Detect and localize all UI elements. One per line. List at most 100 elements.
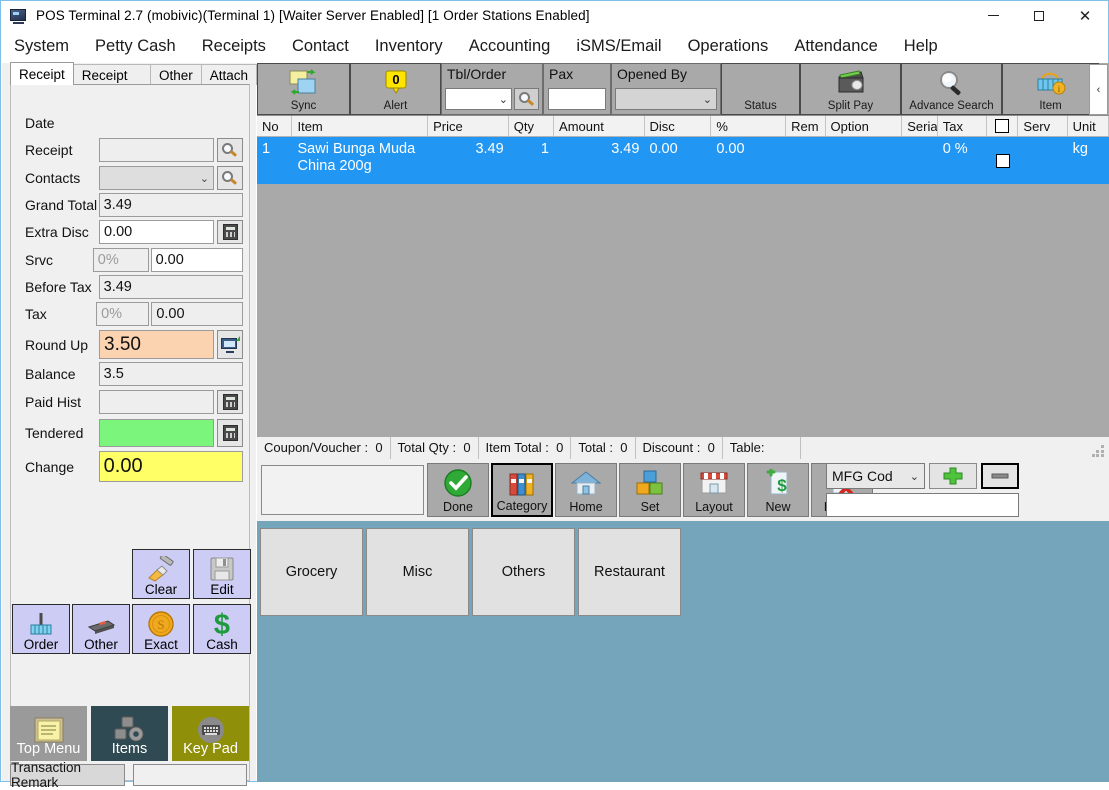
menu-item-isms-email[interactable]: iSMS/Email: [563, 30, 674, 63]
column-header-tax[interactable]: Tax: [938, 116, 987, 136]
order-button[interactable]: Order: [12, 604, 70, 654]
column-header-price[interactable]: Price: [428, 116, 509, 136]
column-header-disc[interactable]: Disc: [645, 116, 712, 136]
magnifier-icon: [902, 67, 1001, 99]
plus-icon: [943, 467, 963, 485]
category-button-restaurant[interactable]: Restaurant: [578, 528, 681, 616]
top-menu-button[interactable]: Top Menu: [10, 706, 87, 761]
receipt-input[interactable]: [99, 138, 214, 162]
cash-button[interactable]: $ Cash: [193, 604, 251, 654]
tab-receipt-info[interactable]: Receipt Info: [72, 64, 151, 104]
column-header-no[interactable]: No: [257, 116, 293, 136]
layout-button[interactable]: Layout: [683, 463, 745, 517]
menu-item-contact[interactable]: Contact: [279, 30, 362, 63]
tbl-order-search-button[interactable]: [514, 88, 539, 110]
key-pad-button[interactable]: Key Pad: [172, 706, 249, 761]
column-header-serial[interactable]: Seria: [902, 116, 938, 136]
column-header-serv[interactable]: Serv: [1018, 116, 1068, 136]
tbl-order-combo[interactable]: ⌄: [445, 88, 512, 110]
column-header-checkbox[interactable]: [987, 116, 1019, 136]
status-coupon-voucher-label: Coupon/Voucher :: [264, 440, 369, 455]
round-up-value[interactable]: 3.50: [99, 330, 214, 359]
minimize-button[interactable]: [970, 1, 1016, 30]
menu-item-accounting[interactable]: Accounting: [456, 30, 564, 63]
exact-button[interactable]: S Exact: [132, 604, 190, 654]
status-table: Table:: [723, 437, 801, 459]
set-button[interactable]: Set: [619, 463, 681, 517]
maximize-button[interactable]: [1016, 1, 1062, 30]
column-header-option[interactable]: Option: [826, 116, 903, 136]
resize-grip-icon[interactable]: [1092, 445, 1106, 457]
menu-item-system[interactable]: System: [1, 30, 82, 63]
column-header-pct[interactable]: %: [711, 116, 787, 136]
tab-receipt[interactable]: Receipt: [10, 62, 74, 85]
transaction-remark-input[interactable]: [133, 764, 247, 786]
top-toolbar: Sync 0 Alert Tbl/Order ⌄ Pax Opened By ⌄…: [257, 63, 1109, 115]
alert-button[interactable]: 0 Alert: [350, 63, 441, 115]
toolbar-scroll-left-button[interactable]: ‹: [1089, 64, 1108, 115]
contacts-combo[interactable]: ⌄: [99, 166, 214, 190]
category-button-others[interactable]: Others: [472, 528, 575, 616]
other-button[interactable]: Other: [72, 604, 130, 654]
mfg-search-input[interactable]: [826, 493, 1019, 517]
tendered-calculator-button[interactable]: [217, 419, 243, 447]
edit-button[interactable]: Edit: [193, 549, 251, 599]
category-button[interactable]: Category: [491, 463, 553, 517]
svg-text:0: 0: [392, 72, 399, 87]
sync-icon: [258, 67, 349, 99]
clear-button[interactable]: Clear: [132, 549, 190, 599]
sync-button[interactable]: Sync: [257, 63, 350, 115]
column-header-unit[interactable]: Unit: [1068, 116, 1109, 136]
tbl-order-caption: Tbl/Order: [447, 66, 507, 82]
remove-button[interactable]: [981, 463, 1019, 489]
column-header-amount[interactable]: Amount: [554, 116, 645, 136]
mfg-code-dropdown[interactable]: MFG Cod ⌄: [826, 463, 925, 489]
menu-item-attendance[interactable]: Attendance: [781, 30, 890, 63]
add-button[interactable]: [929, 463, 977, 489]
menu-item-petty-cash[interactable]: Petty Cash: [82, 30, 189, 63]
menu-item-inventory[interactable]: Inventory: [362, 30, 456, 63]
checkbox-icon[interactable]: [995, 153, 1010, 168]
transaction-remark-button[interactable]: Transaction Remark: [10, 760, 125, 790]
round-up-display-button[interactable]: [217, 330, 243, 359]
tab-attach[interactable]: Attach: [200, 64, 257, 85]
advance-search-button[interactable]: Advance Search: [901, 63, 1002, 115]
items-gear-icon: [91, 711, 168, 749]
extra-disc-calculator-button[interactable]: [217, 220, 243, 244]
paid-hist-calculator-button[interactable]: [217, 390, 243, 414]
status-button[interactable]: Status: [721, 63, 800, 115]
category-button-grocery[interactable]: Grocery: [260, 528, 363, 616]
menu-item-receipts[interactable]: Receipts: [189, 30, 279, 63]
extra-disc-input[interactable]: 0.00: [99, 220, 214, 244]
tendered-input[interactable]: [99, 419, 214, 447]
srvc-amount[interactable]: 0.00: [150, 248, 244, 272]
svg-text:$: $: [214, 609, 230, 639]
column-header-rem[interactable]: Rem: [786, 116, 826, 136]
menu-item-operations[interactable]: Operations: [675, 30, 782, 63]
menu-item-help[interactable]: Help: [891, 30, 951, 63]
receipt-search-button[interactable]: [217, 138, 243, 162]
split-pay-button[interactable]: Split Pay: [800, 63, 901, 115]
tax-amount[interactable]: 0.00: [151, 302, 243, 326]
new-button[interactable]: $ New: [747, 463, 809, 517]
paid-hist-input[interactable]: [99, 390, 214, 414]
pax-input[interactable]: [548, 88, 606, 110]
column-header-qty[interactable]: Qty: [509, 116, 555, 136]
home-button[interactable]: Home: [555, 463, 617, 517]
chevron-down-icon: ⌄: [702, 93, 712, 106]
column-header-item[interactable]: Item: [292, 116, 429, 136]
note-box-input[interactable]: [261, 465, 424, 515]
item-button[interactable]: i Item: [1002, 63, 1099, 115]
category-button-misc[interactable]: Misc: [366, 528, 469, 616]
table-row[interactable]: 1 Sawi Bunga Muda China 200g 3.49 1 3.49…: [257, 137, 1109, 184]
contacts-search-button[interactable]: [217, 166, 243, 190]
status-total-qty-label: Total Qty :: [397, 440, 457, 455]
items-button[interactable]: Items: [91, 706, 168, 761]
field-row-tendered: Tendered: [11, 419, 243, 447]
done-button[interactable]: Done: [427, 463, 489, 517]
cell-checkbox[interactable]: [987, 137, 1018, 184]
close-icon[interactable]: ✕: [1062, 1, 1108, 30]
tab-other[interactable]: Other: [149, 64, 202, 85]
checkbox-icon[interactable]: [995, 119, 1010, 133]
opened-by-combo[interactable]: ⌄: [615, 88, 717, 110]
